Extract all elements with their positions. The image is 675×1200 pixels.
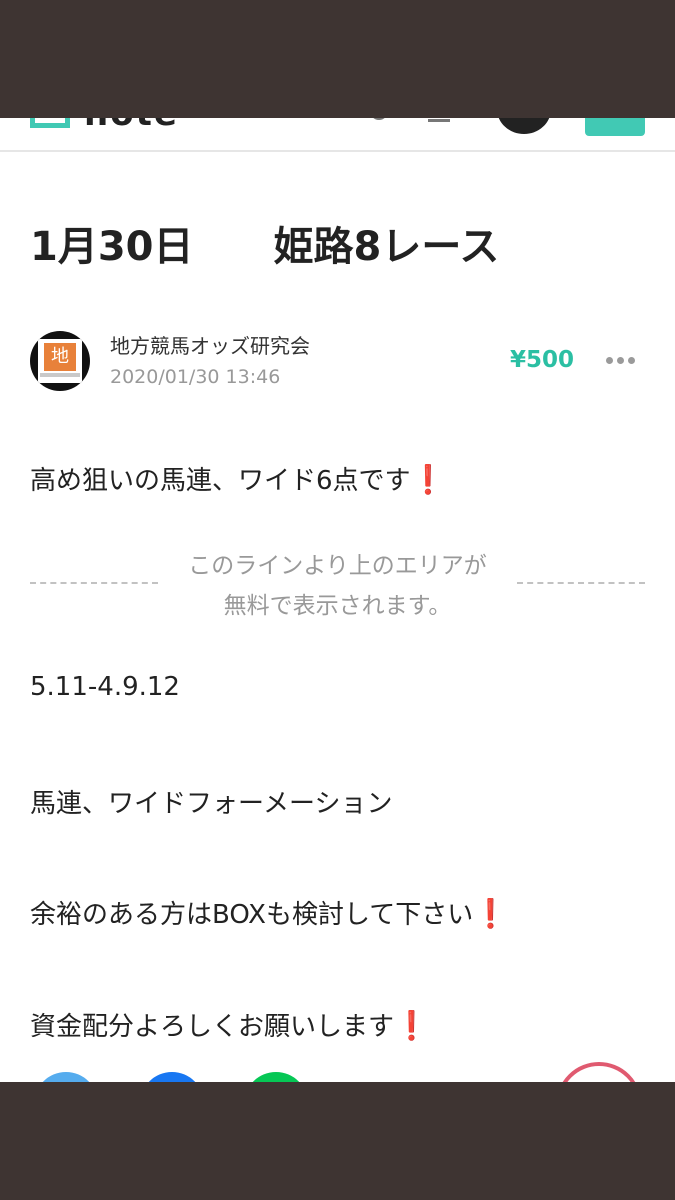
paywall-divider-right	[517, 582, 645, 584]
paragraph-text: 余裕のある方はBOXも検討して下さい	[30, 900, 474, 930]
author-avatar[interactable]: 地	[30, 331, 90, 391]
author-name[interactable]: 地方競馬オッズ研究会	[110, 330, 310, 359]
paragraph-text: 高め狙いの馬連、ワイド6点です	[30, 466, 411, 496]
avatar-caption	[40, 373, 80, 377]
article-page: note 1月30日 姫路8レース 地 地方競馬オッズ研究会 2020/01/3…	[0, 0, 675, 1200]
paragraph-text: 馬連、ワイドフォーメーション	[30, 789, 393, 819]
paywall-notice-line1: このラインより上のエリアが	[188, 553, 487, 579]
paragraph-3: 馬連、ワイドフォーメーション	[30, 783, 392, 820]
avatar-logo: 地	[38, 339, 82, 383]
bottom-frame	[0, 1082, 675, 1200]
paragraph-text: 資金配分よろしくお願いします	[30, 1012, 395, 1042]
paragraph-1: 高め狙いの馬連、ワイド6点です❗	[30, 460, 445, 497]
post-date: 2020/01/30 13:46	[110, 366, 281, 388]
paywall-divider-left	[30, 582, 158, 584]
avatar-glyph: 地	[44, 343, 76, 371]
exclamation-icon: ❗	[394, 1009, 429, 1042]
paragraph-5: 資金配分よろしくお願いします❗	[30, 1006, 429, 1043]
exclamation-icon: ❗	[473, 897, 509, 930]
paywall-notice: このラインより上のエリアが 無料で表示されます。	[160, 546, 515, 626]
exclamation-icon: ❗	[410, 463, 446, 496]
price-label: ¥500	[510, 347, 575, 373]
paragraph-4: 余裕のある方はBOXも検討して下さい❗	[30, 894, 508, 931]
more-horizontal-icon[interactable]	[606, 351, 638, 369]
paywall-notice-line2: 無料で表示されます。	[223, 593, 452, 619]
paragraph-2: 5.11-4.9.12	[30, 672, 180, 702]
top-frame	[0, 0, 675, 118]
article-title: 1月30日 姫路8レース	[30, 224, 500, 270]
paragraph-text: 5.11-4.9.12	[30, 672, 180, 702]
